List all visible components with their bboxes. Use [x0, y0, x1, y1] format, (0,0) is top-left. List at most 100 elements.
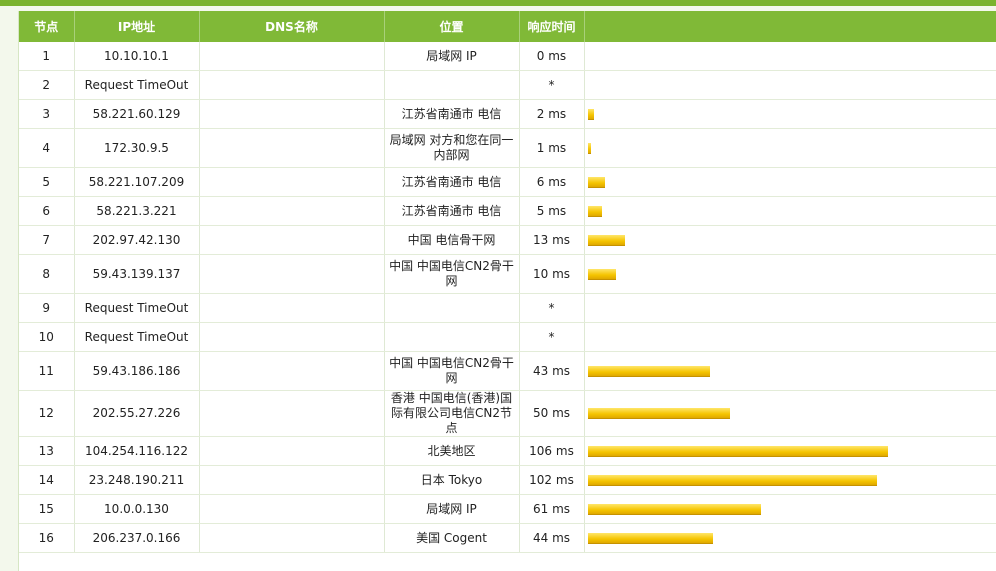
response-bar-cell — [584, 465, 996, 495]
response-bar-cell — [584, 494, 996, 524]
table-row: 3 58.221.60.129 江苏省南通市 电信 2 ms — [19, 99, 996, 129]
location-cell: 中国 中国电信CN2骨干网 — [384, 351, 520, 391]
header-ip: IP地址 — [74, 11, 200, 42]
dns-cell — [199, 196, 385, 226]
response-time-bar — [587, 365, 710, 377]
response-time-bar — [587, 205, 602, 217]
hop-cell: 1 — [19, 42, 75, 71]
response-time-bar — [587, 234, 625, 246]
response-bar-cell — [584, 196, 996, 226]
dns-cell — [199, 293, 385, 323]
location-text: 美国 Cogent — [416, 530, 487, 545]
table-header-row: 节点 IP地址 DNS名称 位置 响应时间 — [19, 11, 996, 42]
response-time-cell: 0 ms — [519, 42, 585, 71]
location-cell: 中国 中国电信CN2骨干网 — [384, 254, 520, 294]
ip-cell: 202.97.42.130 — [74, 225, 200, 255]
response-time-cell: 50 ms — [519, 390, 585, 437]
location-text: 日本 Tokyo — [420, 472, 483, 487]
dns-cell — [199, 390, 385, 437]
location-cell: 香港 中国电信(香港)国际有限公司电信CN2节点 — [384, 390, 520, 437]
location-text: 香港 中国电信(香港)国际有限公司电信CN2节点 — [390, 391, 513, 435]
response-bar-cell — [584, 436, 996, 466]
response-bar-cell — [584, 523, 996, 553]
response-time-cell: 1 ms — [519, 128, 585, 168]
hop-cell: 7 — [19, 225, 75, 255]
ip-cell: 206.237.0.166 — [74, 523, 200, 553]
location-cell: 江苏省南通市 电信 — [384, 196, 520, 226]
dns-cell — [199, 128, 385, 168]
table-row: 10 Request TimeOut * — [19, 322, 996, 352]
dns-cell — [199, 254, 385, 294]
hop-cell: 13 — [19, 436, 75, 466]
location-text: 中国 电信骨干网 — [407, 232, 496, 247]
location-text: 江苏省南通市 电信 — [401, 106, 502, 121]
response-time-bar — [587, 532, 713, 544]
dns-cell — [199, 167, 385, 197]
response-time-cell: 102 ms — [519, 465, 585, 495]
table-row: 4 172.30.9.5 局域网 对方和您在同一内部网 1 ms — [19, 128, 996, 168]
response-time-cell: * — [519, 70, 585, 100]
location-cell — [384, 70, 520, 100]
hop-cell: 16 — [19, 523, 75, 553]
location-cell: 局域网 IP — [384, 494, 520, 524]
ip-cell: 58.221.107.209 — [74, 167, 200, 197]
location-text: 局域网 IP — [426, 501, 477, 516]
response-bar-cell — [584, 322, 996, 352]
table-row: 6 58.221.3.221 江苏省南通市 电信 5 ms — [19, 196, 996, 226]
ip-cell: 58.221.3.221 — [74, 196, 200, 226]
location-text: 中国 中国电信CN2骨干网 — [389, 356, 514, 385]
response-bar-cell — [584, 167, 996, 197]
response-bar-cell — [584, 42, 996, 71]
table-row: 9 Request TimeOut * — [19, 293, 996, 323]
hop-cell: 3 — [19, 99, 75, 129]
ip-cell: 172.30.9.5 — [74, 128, 200, 168]
dns-cell — [199, 225, 385, 255]
table-row: 5 58.221.107.209 江苏省南通市 电信 6 ms — [19, 167, 996, 197]
location-cell: 江苏省南通市 电信 — [384, 99, 520, 129]
hop-cell: 6 — [19, 196, 75, 226]
ip-cell: 104.254.116.122 — [74, 436, 200, 466]
table-row: 15 10.0.0.130 局域网 IP 61 ms — [19, 494, 996, 524]
location-text: 中国 中国电信CN2骨干网 — [389, 259, 514, 288]
ip-cell: Request TimeOut — [74, 70, 200, 100]
response-time-bar — [587, 474, 877, 486]
dns-cell — [199, 322, 385, 352]
response-time-cell: 10 ms — [519, 254, 585, 294]
dns-cell — [199, 351, 385, 391]
response-time-bar — [587, 142, 591, 154]
response-time-cell: 2 ms — [519, 99, 585, 129]
response-time-cell: * — [519, 293, 585, 323]
response-time-bar — [587, 268, 616, 280]
top-banner-strip — [0, 0, 996, 6]
location-cell: 美国 Cogent — [384, 523, 520, 553]
table-row: 13 104.254.116.122 北美地区 106 ms — [19, 436, 996, 466]
hop-cell: 9 — [19, 293, 75, 323]
table-row: 2 Request TimeOut * — [19, 70, 996, 100]
response-time-bar — [587, 408, 730, 419]
location-cell: 江苏省南通市 电信 — [384, 167, 520, 197]
hop-cell: 8 — [19, 254, 75, 294]
response-time-cell: 13 ms — [519, 225, 585, 255]
dns-cell — [199, 436, 385, 466]
response-bar-cell — [584, 225, 996, 255]
ip-cell: Request TimeOut — [74, 293, 200, 323]
response-time-cell: 5 ms — [519, 196, 585, 226]
dns-cell — [199, 42, 385, 71]
hop-cell: 14 — [19, 465, 75, 495]
header-hop: 节点 — [19, 11, 75, 42]
hop-cell: 12 — [19, 390, 75, 437]
response-bar-cell — [584, 351, 996, 391]
response-bar-cell — [584, 293, 996, 323]
response-time-cell: 106 ms — [519, 436, 585, 466]
response-bar-cell — [584, 99, 996, 129]
location-cell: 局域网 IP — [384, 42, 520, 71]
table-row: 12 202.55.27.226 香港 中国电信(香港)国际有限公司电信CN2节点 5… — [19, 390, 996, 437]
hop-cell: 11 — [19, 351, 75, 391]
response-time-bar — [587, 503, 761, 515]
response-time-bar — [587, 108, 594, 120]
ip-cell: 59.43.186.186 — [74, 351, 200, 391]
ip-cell: 10.10.10.1 — [74, 42, 200, 71]
table-row: 7 202.97.42.130 中国 电信骨干网 13 ms — [19, 225, 996, 255]
traceroute-panel: 节点 IP地址 DNS名称 位置 响应时间 1 10.10.10.1 局域网 IP 0… — [18, 11, 996, 571]
response-time-cell: 6 ms — [519, 167, 585, 197]
